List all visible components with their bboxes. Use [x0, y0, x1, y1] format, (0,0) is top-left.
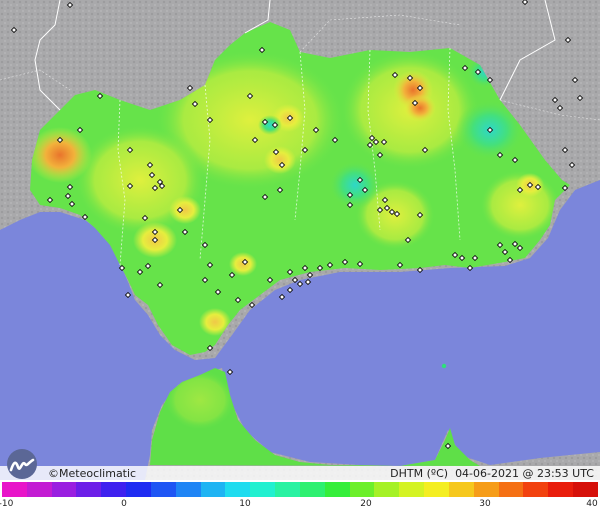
scale-swatch [473, 482, 499, 497]
temperature-map[interactable] [0, 0, 600, 480]
scale-swatch [2, 482, 27, 497]
scale-swatch [523, 482, 549, 497]
scale-swatch [275, 482, 300, 497]
timestamp-label: 04-06-2021 @ 23:53 UTC [455, 467, 594, 480]
color-scale: -10 0 10 20 30 40 [0, 481, 600, 517]
scale-swatch [26, 482, 52, 497]
scale-swatch [573, 482, 598, 497]
scale-swatch [498, 482, 524, 497]
scale-tick: 40 [586, 499, 598, 509]
scale-swatch [548, 482, 574, 497]
scale-swatch [101, 482, 127, 497]
scale-swatch [126, 482, 151, 497]
scale-swatch [374, 482, 400, 497]
scale-swatch [448, 482, 474, 497]
scale-tick: 30 [479, 499, 491, 509]
scale-swatch [175, 482, 201, 497]
scale-tick: 10 [239, 499, 251, 509]
map-frame: ©Meteoclimatic DHTM (ºC) 04-06-2021 @ 23… [0, 0, 600, 517]
scale-swatch [225, 482, 251, 497]
scale-tick: 20 [360, 499, 372, 509]
scale-swatch [324, 482, 350, 497]
scale-swatch [250, 482, 276, 497]
meteoclimatic-logo-icon[interactable] [4, 448, 40, 480]
scale-swatch [349, 482, 375, 497]
scale-swatch [399, 482, 425, 497]
scale-swatch [51, 482, 77, 497]
scale-swatch [424, 482, 449, 497]
brand-label[interactable]: ©Meteoclimatic [48, 467, 136, 480]
variable-label: DHTM (ºC) [390, 467, 449, 480]
map-info: DHTM (ºC) 04-06-2021 @ 23:53 UTC [390, 467, 594, 480]
scale-tick: 0 [121, 499, 127, 509]
scale-swatch [150, 482, 176, 497]
scale-swatch [76, 482, 102, 497]
color-scale-bar [2, 482, 598, 497]
scale-swatch [299, 482, 325, 497]
scale-swatch [200, 482, 226, 497]
alboran-island [441, 363, 447, 369]
scale-tick: -10 [0, 499, 14, 509]
